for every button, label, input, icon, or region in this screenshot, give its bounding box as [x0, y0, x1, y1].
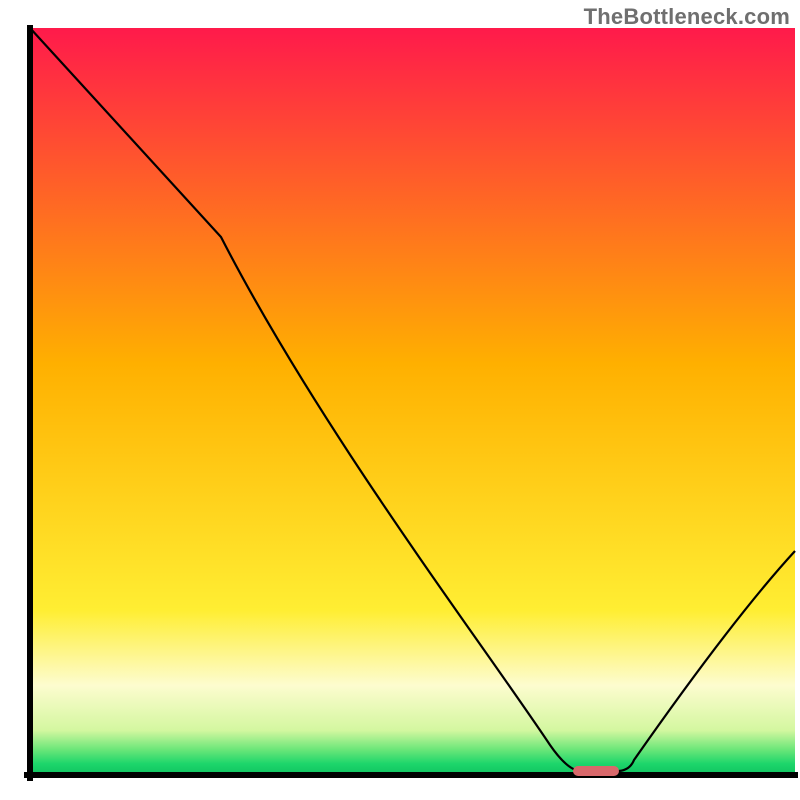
- optimal-range-marker: [573, 766, 619, 776]
- chart-stage: TheBottleneck.com: [0, 0, 800, 800]
- watermark-attribution: TheBottleneck.com: [584, 4, 790, 30]
- gradient-background: [30, 28, 795, 775]
- chart-svg: [0, 0, 800, 800]
